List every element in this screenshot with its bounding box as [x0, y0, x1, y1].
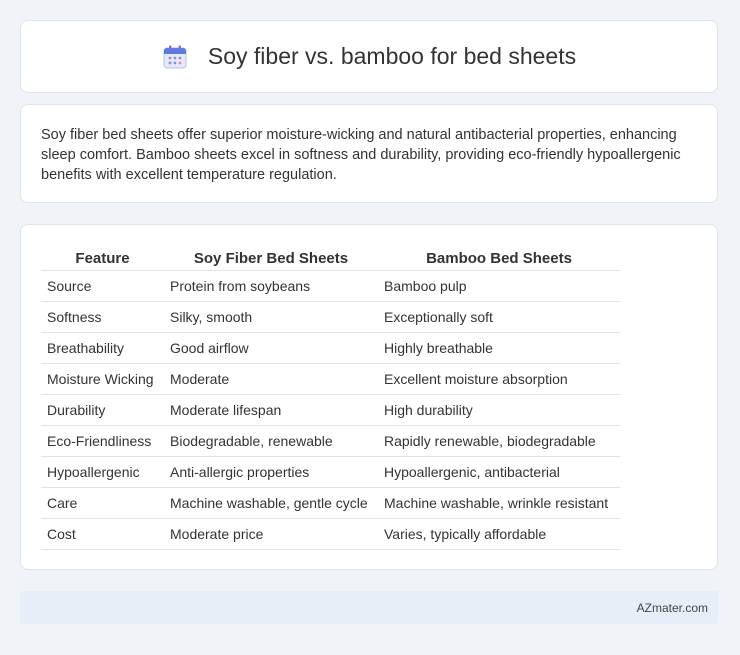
column-header-bamboo: Bamboo Bed Sheets [378, 247, 620, 271]
cell-feature: Hypoallergenic [41, 456, 164, 488]
cell-feature: Breathability [41, 332, 164, 364]
table-row: Moisture Wicking Moderate Excellent moistu… [41, 363, 620, 395]
column-header-feature: Feature [41, 247, 164, 271]
cell-soy: Moderate [164, 363, 378, 395]
cell-soy: Biodegradable, renewable [164, 425, 378, 457]
cell-bamboo: Excellent moisture absorption [378, 363, 620, 395]
cell-soy: Anti-allergic properties [164, 456, 378, 488]
calendar-icon [163, 45, 187, 68]
summary-card: Soy fiber bed sheets offer superior mois… [20, 104, 718, 203]
cell-bamboo: Varies, typically affordable [378, 518, 620, 550]
summary-text: Soy fiber bed sheets offer superior mois… [41, 127, 681, 183]
cell-feature: Eco-Friendliness [41, 425, 164, 457]
table-row: Durability Moderate lifespan High durabili… [41, 394, 620, 426]
cell-bamboo: Exceptionally soft [378, 301, 620, 333]
cell-bamboo: Rapidly renewable, biodegradable [378, 425, 620, 457]
cell-bamboo: Highly breathable [378, 332, 620, 364]
table-body: Source Protein from soybeans Bamboo pulp So… [41, 270, 620, 550]
cell-bamboo: Machine washable, wrinkle resistant [378, 487, 620, 519]
page-title: Soy fiber vs. bamboo for bed sheets [207, 43, 577, 69]
table-row: Hypoallergenic Anti-allergic properties Hy… [41, 456, 620, 488]
table-row: Cost Moderate price Varies, typically affo… [41, 518, 620, 550]
cell-feature: Durability [41, 394, 164, 426]
comparison-table: Feature Soy Fiber Bed Sheets Bamboo Bed … [41, 247, 620, 550]
table-header-row: Feature Soy Fiber Bed Sheets Bamboo Bed … [41, 247, 620, 271]
cell-soy: Moderate price [164, 518, 378, 550]
cell-feature: Source [41, 270, 164, 302]
cell-bamboo: High durability [378, 394, 620, 426]
footer: AZmater.com [20, 591, 718, 624]
comparison-card: Feature Soy Fiber Bed Sheets Bamboo Bed … [20, 224, 718, 570]
title-card: Soy fiber vs. bamboo for bed sheets [20, 20, 718, 93]
table-row: Breathability Good airflow Highly breathab… [41, 332, 620, 364]
cell-feature: Cost [41, 518, 164, 550]
table-row: Source Protein from soybeans Bamboo pulp [41, 270, 620, 302]
cell-bamboo: Bamboo pulp [378, 270, 620, 302]
table-row: Softness Silky, smooth Exceptionally soft [41, 301, 620, 333]
cell-soy: Moderate lifespan [164, 394, 378, 426]
cell-soy: Silky, smooth [164, 301, 378, 333]
table-row: Care Machine washable, gentle cycle Machin… [41, 487, 620, 519]
cell-soy: Machine washable, gentle cycle [164, 487, 378, 519]
footer-brand: AZmater.com [636, 600, 708, 615]
cell-feature: Care [41, 487, 164, 519]
table-row: Eco-Friendliness Biodegradable, renewable… [41, 425, 620, 457]
cell-bamboo: Hypoallergenic, antibacterial [378, 456, 620, 488]
cell-feature: Softness [41, 301, 164, 333]
cell-soy: Good airflow [164, 332, 378, 364]
cell-soy: Protein from soybeans [164, 270, 378, 302]
column-header-soy: Soy Fiber Bed Sheets [164, 247, 378, 271]
cell-feature: Moisture Wicking [41, 363, 164, 395]
